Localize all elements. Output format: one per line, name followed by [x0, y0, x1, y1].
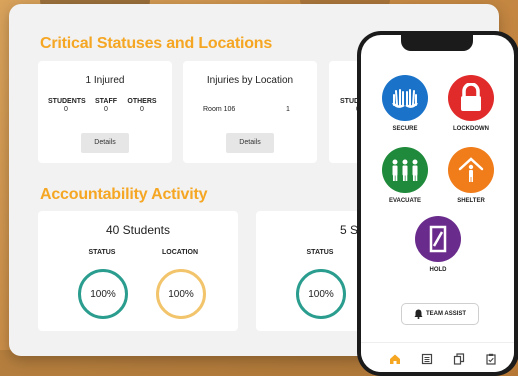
injured-card: 1 Injured STUDENTS 0 STAFF 0 OTHERS 0 Detai…	[38, 61, 172, 163]
checklist-icon[interactable]	[485, 353, 497, 365]
home-icon[interactable]	[389, 353, 401, 365]
team-assist-label: TEAM ASSIST	[425, 311, 467, 317]
location-label: LOCATION	[161, 249, 199, 256]
evacuate-circle	[382, 147, 428, 193]
status-ring: 100%	[78, 269, 128, 319]
students-count-title: 40 Students	[105, 223, 171, 237]
stat-others: OTHERS 0	[127, 98, 157, 113]
team-assist-button[interactable]: TEAM ASSIST	[401, 303, 479, 325]
stat-students: STUDENTS 0	[48, 98, 86, 113]
location-details-button[interactable]: Details	[226, 133, 274, 153]
shelter-circle	[448, 147, 494, 193]
padlock-icon	[461, 83, 481, 111]
lockdown-action[interactable]: LOCKDOWN	[441, 75, 501, 132]
secure-label: SECURE	[392, 126, 418, 132]
shelter-action[interactable]: SHELTER	[441, 147, 501, 204]
bottom-tab-bar	[361, 342, 514, 372]
hold-label: HOLD	[429, 267, 447, 273]
secure-circle	[382, 75, 428, 121]
evacuate-label: EVACUATE	[388, 198, 422, 204]
hold-action[interactable]: HOLD	[408, 216, 468, 273]
bell-icon	[414, 309, 423, 319]
status-ring: 100%	[296, 269, 346, 319]
evacuate-action[interactable]: EVACUATE	[375, 147, 435, 204]
location-count: 1	[286, 106, 290, 113]
phone-notch	[401, 35, 473, 51]
hold-circle	[415, 216, 461, 262]
hands-icon	[392, 89, 418, 108]
lockdown-label: LOCKDOWN	[453, 126, 489, 132]
location-card-title: Injuries by Location	[206, 75, 294, 86]
injured-card-title: 1 Injured	[85, 75, 125, 86]
secure-action[interactable]: SECURE	[375, 75, 435, 132]
stat-staff: STAFF 0	[94, 98, 118, 113]
house-person-icon	[458, 157, 484, 182]
status-label: STATUS	[88, 249, 116, 256]
people-icon	[392, 159, 418, 181]
status-label: STATUS	[306, 249, 334, 256]
phone-device: SECURE LOCKDOWN EVACUATE SHELTER HOLD TE…	[357, 31, 518, 376]
shelter-label: SHELTER	[457, 198, 485, 204]
students-accountability-card: 40 Students STATUS LOCATION 100% 100%	[38, 211, 238, 331]
injuries-by-location-card: Injuries by Location Room 106 1 Details	[183, 61, 317, 163]
injured-details-button[interactable]: Details	[81, 133, 129, 153]
phone-screen: SECURE LOCKDOWN EVACUATE SHELTER HOLD TE…	[361, 35, 514, 372]
accountability-section-title: Accountability Activity	[40, 186, 208, 203]
door-icon	[429, 225, 447, 253]
critical-section-title: Critical Statuses and Locations	[40, 35, 273, 52]
copy-icon[interactable]	[453, 353, 465, 365]
location-ring: 100%	[156, 269, 206, 319]
list-icon[interactable]	[421, 353, 433, 365]
lockdown-circle	[448, 75, 494, 121]
location-name: Room 106	[203, 106, 236, 113]
